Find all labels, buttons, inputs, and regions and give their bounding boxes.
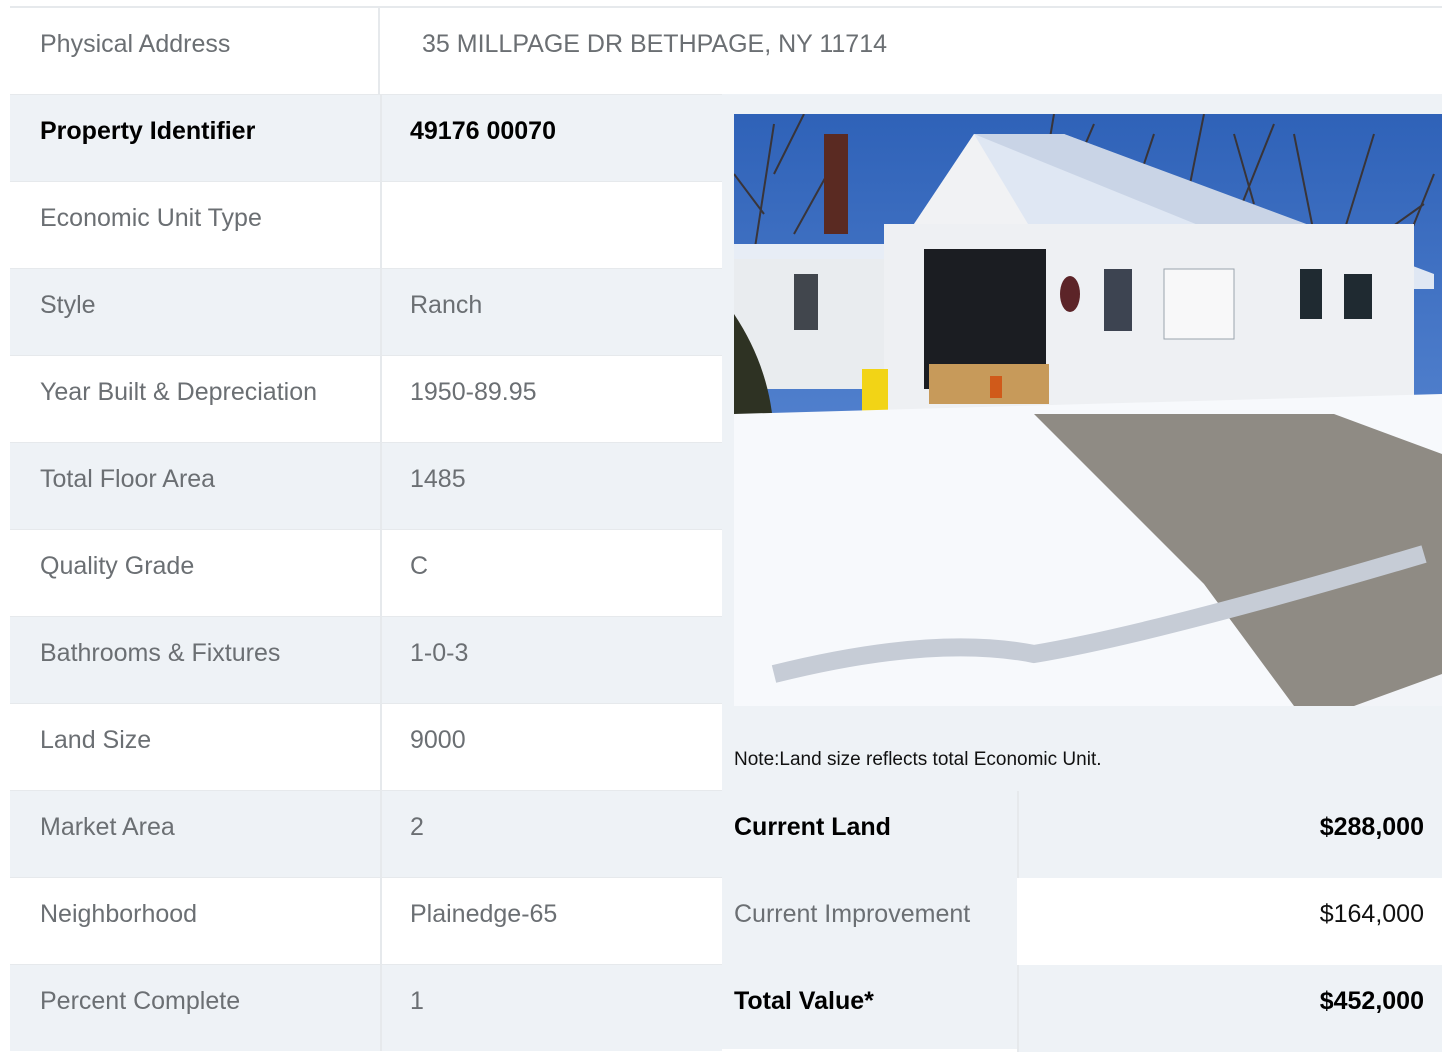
current-improvement-row: Current Improvement $164,000 (734, 878, 1442, 965)
row-market-area: Market Area 2 (10, 790, 722, 877)
row-value: 1 (410, 987, 424, 1015)
valuation-value: $288,000 (1319, 813, 1424, 841)
row-value: Plainedge-65 (410, 900, 558, 928)
valuation-value-cell: $452,000 (1017, 965, 1442, 1052)
column-divider (380, 965, 382, 1051)
valuation-label: Current Improvement (734, 900, 971, 928)
current-land-row: Current Land $288,000 (734, 791, 1442, 878)
valuation-value: $452,000 (1319, 987, 1424, 1015)
valuation-value-cell: $288,000 (1017, 791, 1442, 878)
row-neighborhood: Neighborhood Plainedge-65 (10, 877, 722, 964)
row-value: 49176 00070 (410, 117, 556, 145)
row-quality-grade: Quality Grade C (10, 529, 722, 616)
valuation-value-cell: $164,000 (1017, 878, 1442, 965)
row-bathrooms: Bathrooms & Fixtures 1-0-3 (10, 616, 722, 703)
property-photo (734, 114, 1442, 706)
row-value: 1-0-3 (410, 639, 469, 667)
column-divider (380, 356, 382, 442)
column-divider (380, 617, 382, 703)
total-value-row: Total Value* $452,000 (734, 965, 1442, 1052)
row-economic-unit-type: Economic Unit Type (10, 181, 722, 268)
row-label: Year Built & Depreciation (40, 378, 318, 406)
valuation-panel: Note:Land size reflects total Economic U… (722, 94, 1442, 1052)
property-details-table: Property Identifier 49176 00070 Economic… (10, 94, 722, 1051)
valuation-label: Current Land (734, 813, 891, 841)
column-divider (380, 443, 382, 529)
row-value: 1485 (410, 465, 466, 493)
land-size-note: Note:Land size reflects total Economic U… (734, 749, 1102, 770)
row-label: Bathrooms & Fixtures (40, 639, 281, 667)
house-photo-illustration (734, 114, 1442, 706)
row-style: Style Ranch (10, 268, 722, 355)
row-label: Property Identifier (40, 117, 256, 145)
row-label: Percent Complete (40, 987, 241, 1015)
column-divider (380, 878, 382, 964)
column-divider (380, 182, 382, 268)
address-row: Physical Address 35 MILLPAGE DR BETHPAGE… (10, 8, 1442, 94)
address-value: 35 MILLPAGE DR BETHPAGE, NY 11714 (422, 30, 888, 58)
row-value: Ranch (410, 291, 483, 319)
column-divider (380, 269, 382, 355)
row-label: Market Area (40, 813, 175, 841)
row-label: Quality Grade (40, 552, 195, 580)
row-label: Neighborhood (40, 900, 198, 928)
row-label: Land Size (40, 726, 152, 754)
row-land-size: Land Size 9000 (10, 703, 722, 790)
column-divider (380, 791, 382, 877)
row-value: 2 (410, 813, 424, 841)
address-value-cell: 35 MILLPAGE DR BETHPAGE, NY 11714 (380, 8, 1442, 94)
row-label: Style (40, 291, 96, 319)
row-property-identifier: Property Identifier 49176 00070 (10, 94, 722, 181)
column-divider (380, 95, 382, 181)
column-divider (380, 530, 382, 616)
valuation-value: $164,000 (1319, 900, 1424, 928)
row-total-floor-area: Total Floor Area 1485 (10, 442, 722, 529)
valuation-table: Current Land $288,000 Current Improvemen… (734, 791, 1442, 1052)
row-year-built: Year Built & Depreciation 1950-89.95 (10, 355, 722, 442)
row-value: 1950-89.95 (410, 378, 537, 406)
row-label: Total Floor Area (40, 465, 216, 493)
row-percent-complete: Percent Complete 1 (10, 964, 722, 1051)
address-label-cell: Physical Address (10, 8, 380, 94)
property-record: Physical Address 35 MILLPAGE DR BETHPAGE… (10, 6, 1442, 1052)
row-label: Economic Unit Type (40, 204, 262, 232)
valuation-label: Total Value* (734, 987, 874, 1015)
row-value: 9000 (410, 726, 466, 754)
address-label: Physical Address (40, 30, 231, 58)
column-divider (380, 704, 382, 790)
row-value: C (410, 552, 429, 580)
